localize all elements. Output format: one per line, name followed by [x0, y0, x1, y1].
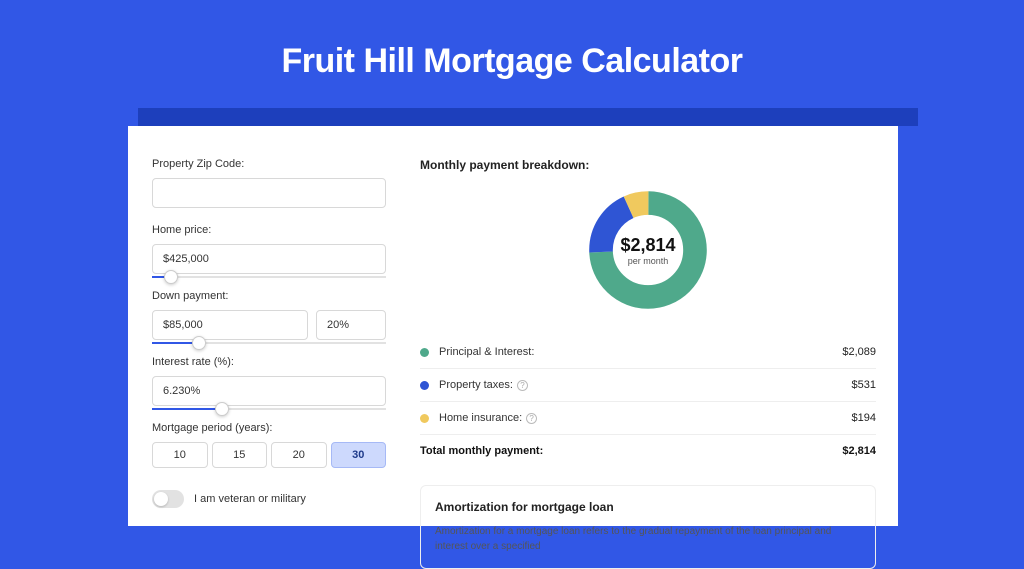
period-label: Mortgage period (years): [152, 422, 386, 434]
period-options: 10152030 [152, 442, 386, 468]
total-label: Total monthly payment: [420, 445, 842, 457]
rate-label: Interest rate (%): [152, 356, 386, 368]
down-pct-input[interactable] [316, 310, 386, 340]
price-slider-track[interactable] [152, 276, 386, 278]
price-label: Home price: [152, 224, 386, 236]
breakdown-legend: Principal & Interest:$2,089Property taxe… [420, 336, 876, 435]
panel-shadow [138, 108, 918, 126]
zip-field-group: Property Zip Code: [152, 158, 386, 208]
down-slider-knob[interactable] [192, 336, 206, 350]
legend-label: Property taxes:? [439, 379, 852, 391]
donut-sub: per month [628, 256, 669, 266]
page-title: Fruit Hill Mortgage Calculator [0, 0, 1024, 81]
total-row: Total monthly payment: $2,814 [420, 435, 876, 467]
zip-label: Property Zip Code: [152, 158, 386, 170]
legend-row: Principal & Interest:$2,089 [420, 336, 876, 369]
rate-slider-fill [152, 408, 222, 410]
donut-center: $2,814 per month [586, 188, 710, 312]
period-btn-20[interactable]: 20 [271, 442, 327, 468]
legend-dot-icon [420, 348, 429, 357]
veteran-label: I am veteran or military [194, 493, 306, 505]
help-icon[interactable]: ? [526, 413, 537, 424]
legend-label: Principal & Interest: [439, 346, 842, 358]
veteran-toggle[interactable] [152, 490, 184, 508]
total-value: $2,814 [842, 445, 876, 457]
veteran-row: I am veteran or military [152, 490, 386, 508]
amortization-card: Amortization for mortgage loan Amortizat… [420, 485, 876, 569]
legend-row: Property taxes:?$531 [420, 369, 876, 402]
form-column: Property Zip Code: Home price: Down paym… [128, 126, 408, 526]
donut-total: $2,814 [620, 235, 675, 256]
calculator-panel: Property Zip Code: Home price: Down paym… [128, 126, 898, 526]
period-btn-10[interactable]: 10 [152, 442, 208, 468]
legend-label: Home insurance:? [439, 412, 852, 424]
price-slider-knob[interactable] [164, 270, 178, 284]
legend-value: $194 [852, 412, 876, 424]
legend-dot-icon [420, 381, 429, 390]
legend-dot-icon [420, 414, 429, 423]
breakdown-column: Monthly payment breakdown: $2,814 per mo… [408, 126, 898, 526]
legend-value: $2,089 [842, 346, 876, 358]
donut-wrap: $2,814 per month [420, 188, 876, 312]
legend-row: Home insurance:?$194 [420, 402, 876, 435]
down-amount-input[interactable] [152, 310, 308, 340]
legend-value: $531 [852, 379, 876, 391]
payment-donut-chart: $2,814 per month [586, 188, 710, 312]
veteran-toggle-knob [154, 492, 168, 506]
price-input[interactable] [152, 244, 386, 274]
help-icon[interactable]: ? [517, 380, 528, 391]
period-btn-15[interactable]: 15 [212, 442, 268, 468]
period-field-group: Mortgage period (years): 10152030 [152, 422, 386, 468]
rate-field-group: Interest rate (%): [152, 356, 386, 406]
down-label: Down payment: [152, 290, 386, 302]
rate-slider-knob[interactable] [215, 402, 229, 416]
amortization-text: Amortization for a mortgage loan refers … [435, 524, 861, 554]
price-field-group: Home price: [152, 224, 386, 274]
period-btn-30[interactable]: 30 [331, 442, 387, 468]
down-field-group: Down payment: [152, 290, 386, 340]
zip-input[interactable] [152, 178, 386, 208]
rate-input[interactable] [152, 376, 386, 406]
breakdown-title: Monthly payment breakdown: [420, 158, 876, 172]
